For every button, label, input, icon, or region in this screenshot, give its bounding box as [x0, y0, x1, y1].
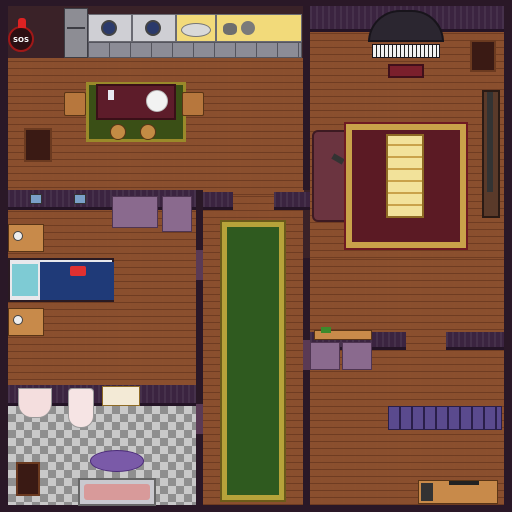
piano-keys	[372, 44, 440, 58]
door-frame-left[interactable]	[196, 250, 203, 280]
alarm-clock-icon	[13, 231, 23, 241]
sos-button[interactable]: SOS	[8, 18, 34, 52]
tv-remote[interactable]	[331, 153, 345, 165]
wall-living-divider-lower	[303, 258, 310, 508]
door-frame-right[interactable]	[303, 340, 310, 370]
lower-cabinets[interactable]	[88, 42, 302, 58]
dining-chair-right[interactable]	[182, 92, 204, 116]
outer-wall-left	[0, 0, 8, 512]
dining-stool-1[interactable]	[110, 124, 126, 140]
bedroom-window-left	[30, 194, 42, 204]
door-frame-bath[interactable]	[196, 404, 203, 434]
hallway-runner-rug	[220, 220, 286, 502]
bed[interactable]	[8, 258, 114, 302]
sink-basin	[181, 23, 211, 37]
stove-burner	[101, 20, 117, 36]
tv-screen	[487, 92, 493, 192]
sink-counter[interactable]	[176, 14, 216, 42]
pots-counter[interactable]	[216, 14, 302, 42]
toilet[interactable]	[68, 388, 94, 428]
grand-piano[interactable]	[368, 10, 444, 60]
wall-hall-top-right	[203, 192, 233, 210]
east-room-floor	[310, 258, 504, 505]
outer-wall-bottom	[0, 505, 512, 512]
dining-stool-2[interactable]	[140, 124, 156, 140]
bath-mat	[90, 450, 144, 472]
outer-wall-right	[504, 0, 512, 512]
house-floor-map: SOS	[0, 0, 512, 512]
nightstand-top[interactable]	[8, 224, 44, 252]
bedroom-window-right	[74, 194, 86, 204]
sos-label: SOS	[12, 36, 30, 44]
stove-counter-1[interactable]	[88, 14, 132, 42]
bathtub-water	[84, 484, 150, 500]
piano-bench[interactable]	[388, 64, 424, 78]
east-drawer-1[interactable]	[310, 342, 340, 370]
dining-chair-left[interactable]	[64, 92, 86, 116]
computer-tower[interactable]	[421, 483, 433, 501]
bath-cabinet[interactable]	[16, 462, 40, 496]
nightstand-bottom[interactable]	[8, 308, 44, 336]
bathroom-sink[interactable]	[18, 388, 52, 418]
east-drawer-2[interactable]	[342, 342, 372, 370]
stove-burner	[145, 20, 161, 36]
bathtub[interactable]	[78, 478, 156, 506]
plant-icon	[321, 327, 331, 333]
pillow	[12, 264, 38, 296]
cup	[108, 90, 114, 100]
radiator-rack[interactable]	[388, 406, 502, 430]
pot	[223, 23, 237, 35]
desk-dresser[interactable]	[112, 196, 158, 228]
fridge[interactable]	[64, 8, 88, 58]
plant-shelf[interactable]	[314, 327, 372, 340]
kitchen-shelf[interactable]	[24, 128, 52, 162]
alarm-clock-icon	[13, 315, 23, 325]
wall-east-room-top	[446, 332, 504, 350]
wall-kitchen-living-divider	[303, 0, 310, 190]
coffee-table[interactable]	[386, 134, 424, 218]
bomb-sos-icon	[18, 18, 26, 28]
desk-lamp[interactable]	[449, 481, 479, 485]
stove-counter-2[interactable]	[132, 14, 176, 42]
drawer-cabinet[interactable]	[162, 196, 192, 232]
bookshelf-cabinet[interactable]	[470, 40, 496, 72]
tv-stand[interactable]	[482, 90, 500, 218]
grand-piano-icon	[368, 10, 444, 42]
towel-rack[interactable]	[102, 386, 140, 406]
wall-bedroom-right	[196, 190, 203, 506]
dining-table[interactable]	[96, 84, 176, 120]
pot	[241, 21, 255, 35]
wall-living-bottom-left	[274, 192, 310, 210]
computer-desk[interactable]	[418, 480, 498, 504]
youtube-play-icon	[70, 266, 86, 276]
plate	[146, 90, 168, 112]
